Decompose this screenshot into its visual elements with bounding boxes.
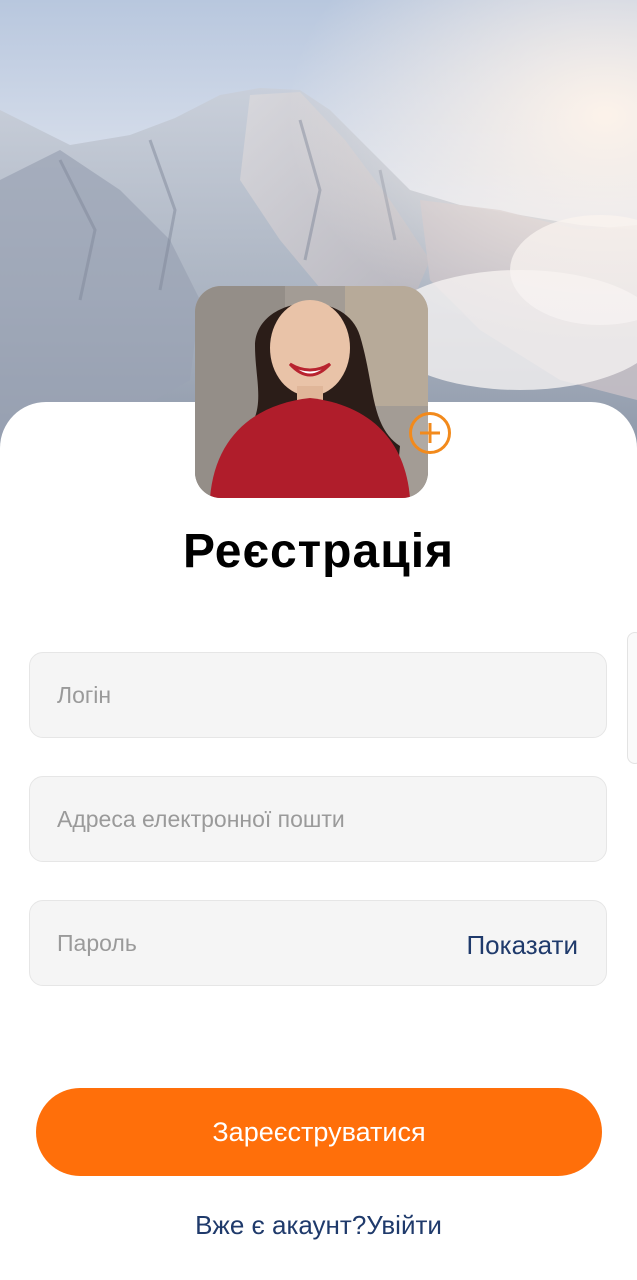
- password-field[interactable]: Показати: [29, 900, 607, 986]
- register-button[interactable]: Зареєструватися: [36, 1088, 602, 1176]
- sign-in-prompt: Вже є акаунт?Увійти: [0, 1210, 637, 1241]
- profile-photo[interactable]: [195, 286, 428, 498]
- login-field[interactable]: [29, 652, 607, 738]
- email-field[interactable]: [29, 776, 607, 862]
- edge-handle[interactable]: [627, 632, 637, 764]
- login-input[interactable]: [57, 653, 457, 737]
- add-photo-icon[interactable]: [409, 412, 451, 454]
- page-title: Реєстрація: [182, 525, 455, 578]
- email-input[interactable]: [57, 777, 457, 861]
- have-account-text: Вже є акаунт?: [195, 1210, 367, 1240]
- password-input[interactable]: [57, 901, 457, 985]
- sign-in-link[interactable]: Увійти: [366, 1210, 442, 1240]
- show-password-button[interactable]: Показати: [466, 930, 578, 961]
